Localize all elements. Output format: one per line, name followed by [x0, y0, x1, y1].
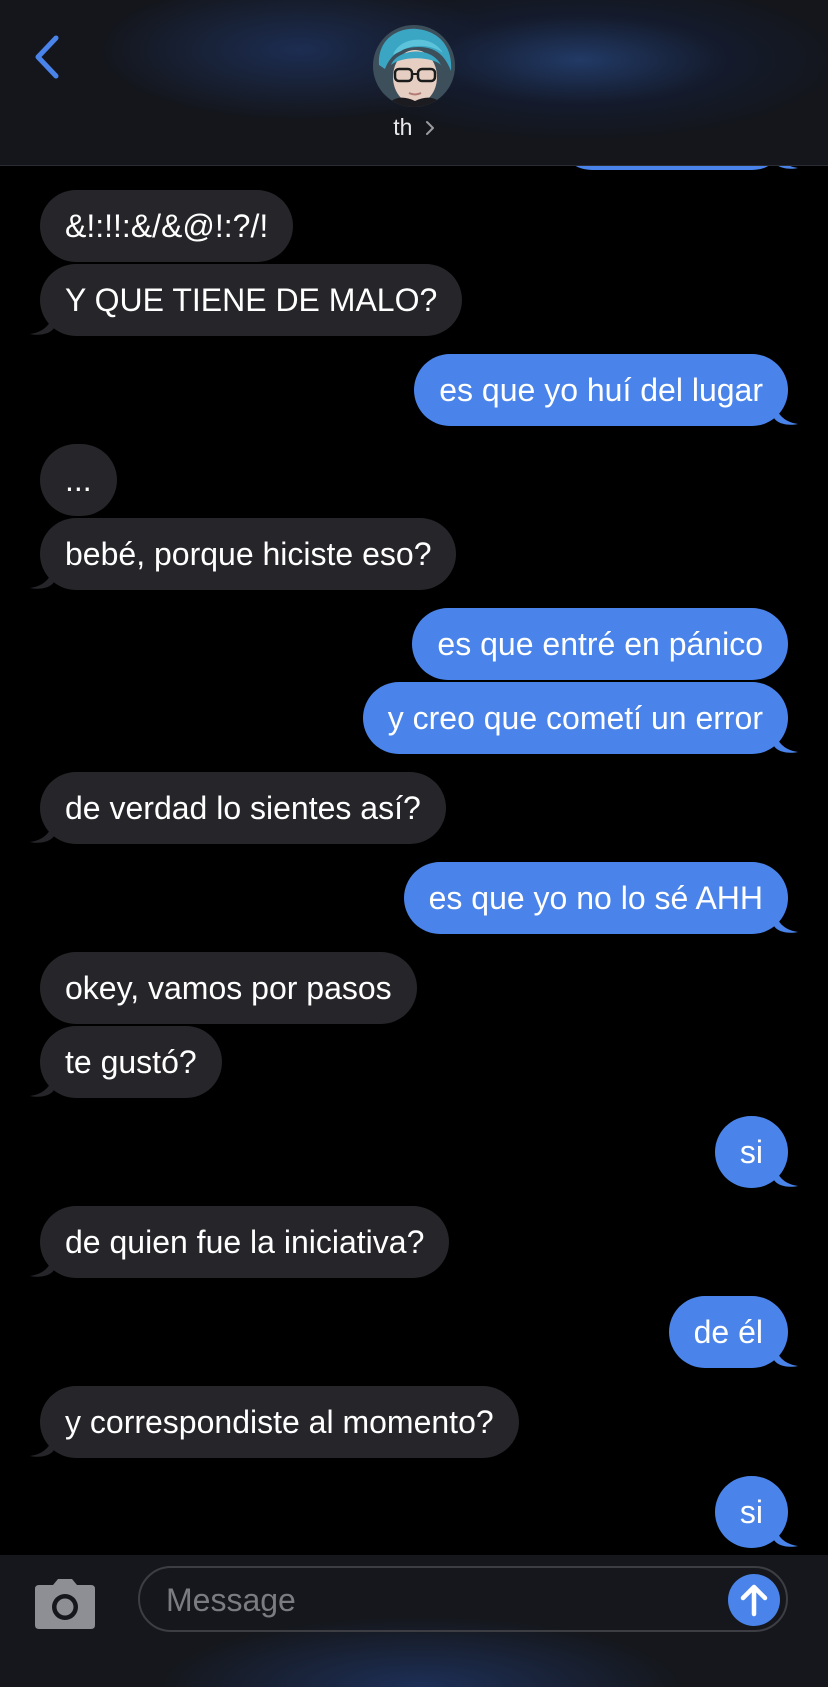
- bubble-tail-icon: [774, 908, 798, 933]
- message-text: bebé, porque hiciste eso?: [65, 535, 432, 572]
- message-bubble-outgoing[interactable]: si: [714, 1476, 798, 1548]
- message-bubble-outgoing[interactable]: de él: [668, 1296, 798, 1368]
- message-text: de quien fue la iniciativa?: [65, 1223, 425, 1260]
- message-bubble-incoming[interactable]: &!:!!:&/&@!:?/!: [40, 190, 294, 262]
- avatar-image: [373, 25, 455, 107]
- message-bubble-incoming[interactable]: Y QUE TIENE DE MALO?: [30, 264, 463, 336]
- camera-button[interactable]: [33, 1577, 97, 1631]
- arrow-up-icon: [740, 1584, 768, 1617]
- bubble-tail-icon: [30, 1432, 54, 1457]
- message-bubble-incoming[interactable]: de verdad lo sientes así?: [30, 772, 446, 844]
- bubble-tail-icon: [774, 400, 798, 425]
- message-text: y creo que cometí un error: [387, 699, 763, 736]
- bubble-tail-icon: [30, 1252, 54, 1277]
- message-text: Y QUE TIENE DE MALO?: [65, 281, 438, 318]
- message-bubble-outgoing[interactable]: es que entré en pánico: [412, 608, 788, 680]
- chevron-right-icon: [425, 115, 435, 142]
- messages-screen: &!:!!:&/&@!:?/! Y QUE TIENE DE MALO? es …: [0, 0, 828, 1687]
- message-text: de él: [693, 1313, 763, 1350]
- message-text: ...: [65, 461, 92, 498]
- bubble-tail-icon: [774, 1522, 798, 1547]
- send-button[interactable]: [728, 1574, 780, 1626]
- back-button[interactable]: [28, 32, 68, 82]
- message-bubble-incoming[interactable]: bebé, porque hiciste eso?: [30, 518, 457, 590]
- bubble-tail-icon: [30, 1072, 54, 1097]
- message-text: es que yo huí del lugar: [439, 371, 763, 408]
- message-text: okey, vamos por pasos: [65, 969, 392, 1006]
- conversation-header: th: [0, 0, 828, 166]
- contact-avatar[interactable]: [373, 25, 455, 107]
- composer-bar: [0, 1555, 828, 1687]
- message-text: si: [739, 1493, 763, 1530]
- message-text: es que entré en pánico: [437, 625, 763, 662]
- bubble-tail-icon: [30, 818, 54, 843]
- message-bubble-outgoing[interactable]: si: [714, 1116, 798, 1188]
- chevron-left-icon: [35, 35, 59, 79]
- message-text: y correspondiste al momento?: [65, 1403, 494, 1440]
- camera-icon: [35, 1579, 95, 1629]
- message-text: de verdad lo sientes así?: [65, 789, 421, 826]
- bubble-tail-icon: [774, 1342, 798, 1367]
- message-bubble-incoming[interactable]: te gustó?: [30, 1026, 222, 1098]
- message-text: te gustó?: [65, 1043, 197, 1080]
- message-bubble-incoming[interactable]: y correspondiste al momento?: [30, 1386, 519, 1458]
- message-field: [138, 1566, 788, 1632]
- contact-name-button[interactable]: th: [0, 114, 828, 142]
- contact-name: th: [393, 114, 413, 140]
- message-bubble-outgoing[interactable]: es que yo huí del lugar: [414, 354, 798, 426]
- bubble-tail-icon: [30, 564, 54, 589]
- message-list[interactable]: &!:!!:&/&@!:?/! Y QUE TIENE DE MALO? es …: [0, 0, 828, 1687]
- message-bubble-incoming[interactable]: okey, vamos por pasos: [40, 952, 417, 1024]
- message-text: si: [739, 1133, 763, 1170]
- message-text: es que yo no lo sé AHH: [428, 879, 763, 916]
- message-bubble-incoming[interactable]: de quien fue la iniciativa?: [30, 1206, 450, 1278]
- message-bubble-outgoing[interactable]: es que yo no lo sé AHH: [403, 862, 798, 934]
- message-input[interactable]: [164, 1568, 708, 1632]
- bubble-tail-icon: [774, 1162, 798, 1187]
- message-text: &!:!!:&/&@!:?/!: [65, 207, 269, 244]
- bubble-tail-icon: [30, 310, 54, 335]
- bubble-tail-icon: [774, 728, 798, 753]
- message-bubble-outgoing[interactable]: y creo que cometí un error: [362, 682, 798, 754]
- message-bubble-incoming[interactable]: ...: [40, 444, 117, 516]
